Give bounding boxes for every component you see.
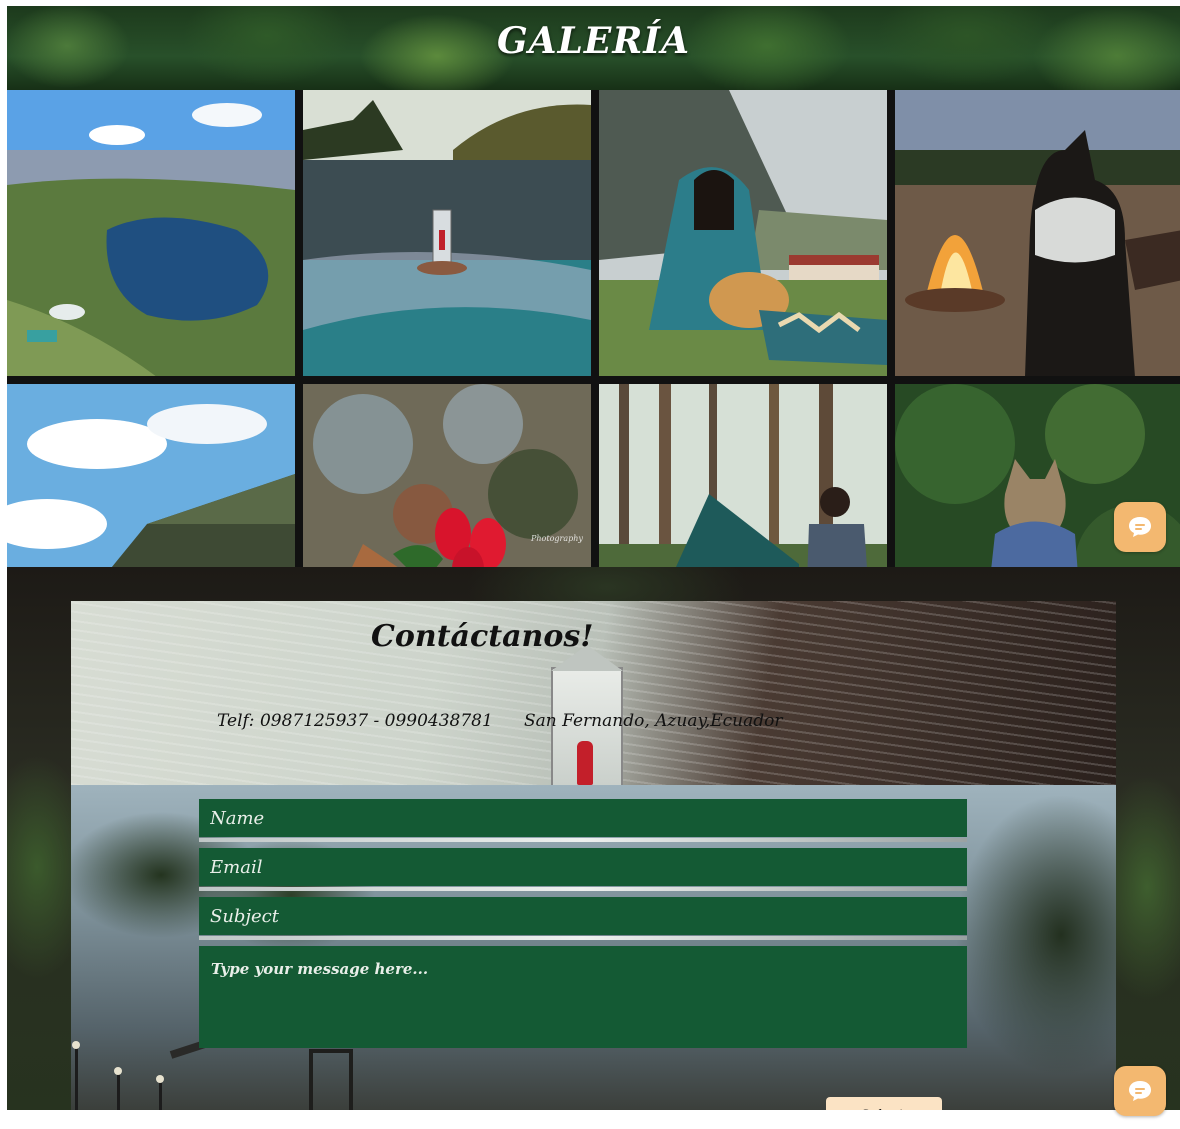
chat-button[interactable] — [1114, 1066, 1166, 1116]
lamp-light — [114, 1067, 122, 1075]
field-divider — [199, 838, 967, 842]
gallery-photo-lake-aerial[interactable] — [7, 90, 295, 377]
person-decoration — [577, 741, 593, 785]
gallery-photo-woman-dog[interactable] — [599, 90, 887, 377]
gallery-photo-lake-reflection[interactable] — [303, 90, 591, 377]
contact-phone: Telf: 0987125937 - 0990438781 — [217, 711, 493, 731]
lamp-post — [75, 1045, 78, 1110]
gallery-photo-red-flowers[interactable]: Photography — [303, 384, 591, 567]
submit-button[interactable]: Submit — [826, 1097, 942, 1110]
name-field[interactable] — [199, 799, 967, 837]
photo-watermark: Photography — [531, 534, 583, 543]
chat-bubble-icon — [1129, 517, 1151, 537]
email-field[interactable] — [199, 848, 967, 886]
lamp-light — [72, 1041, 80, 1049]
gallery-photo-sky-mountain[interactable] — [7, 384, 295, 567]
field-divider — [199, 887, 967, 891]
contact-address: San Fernando, Azuay,Ecuador — [524, 711, 783, 731]
contact-panel: Contáctanos! Telf: 0987125937 - 09904387… — [71, 601, 1116, 1110]
lamp-light — [156, 1075, 164, 1083]
grid-gap — [7, 376, 1180, 384]
gallery-photo-campfire-dog[interactable] — [895, 90, 1180, 377]
contact-section: Contáctanos! Telf: 0987125937 - 09904387… — [7, 567, 1180, 1110]
grid-gap — [887, 90, 895, 567]
subject-field[interactable] — [199, 897, 967, 935]
chat-button[interactable] — [1114, 502, 1166, 552]
contact-title: Contáctanos! — [371, 619, 594, 654]
gallery-section: GALERÍA Photography — [7, 6, 1180, 567]
lamp-post — [117, 1071, 120, 1110]
gallery-title: GALERÍA — [496, 20, 691, 62]
field-divider — [199, 936, 967, 940]
lamp-post — [159, 1079, 162, 1110]
message-field[interactable] — [199, 946, 967, 1048]
grid-gap — [295, 90, 303, 567]
chat-bubble-icon — [1129, 1081, 1151, 1101]
tower-decoration — [309, 1049, 353, 1110]
gallery-photo-tent-camping[interactable] — [599, 384, 887, 567]
grid-gap — [591, 90, 599, 567]
